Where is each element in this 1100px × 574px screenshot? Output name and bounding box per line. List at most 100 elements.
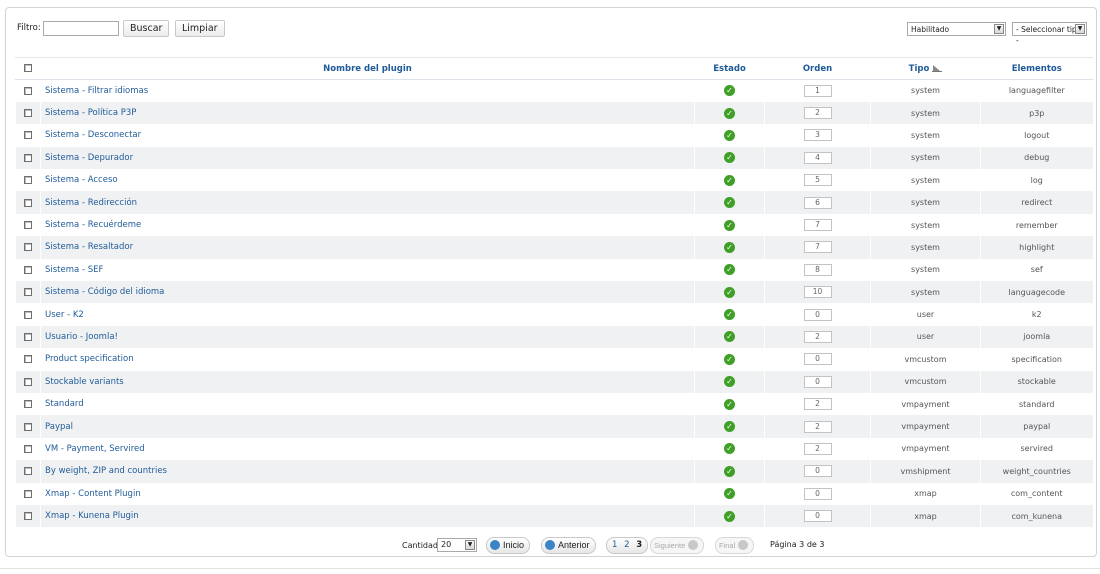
select-all-checkbox[interactable] <box>24 64 32 72</box>
plugin-name-link[interactable]: Sistema - Desconectar <box>40 124 695 147</box>
table-row: Sistema - Política P3P ✓ 2 system p3p <box>15 101 1093 125</box>
row-checkbox[interactable] <box>24 377 32 386</box>
row-checkbox[interactable] <box>24 422 32 431</box>
checkmark-circle-icon[interactable]: ✓ <box>724 465 735 477</box>
checkmark-circle-icon[interactable]: ✓ <box>724 309 735 321</box>
row-checkbox[interactable] <box>24 131 32 140</box>
row-checkbox[interactable] <box>24 109 32 118</box>
row-checkbox[interactable] <box>24 176 32 185</box>
plugin-name-link[interactable]: Sistema - Acceso <box>40 169 695 192</box>
end-page-button[interactable]: Final <box>715 537 755 554</box>
checkmark-circle-icon[interactable]: ✓ <box>724 488 735 500</box>
checkmark-circle-icon[interactable]: ✓ <box>724 174 735 186</box>
row-checkbox[interactable] <box>24 265 32 274</box>
order-input[interactable]: 4 <box>803 151 832 164</box>
row-checkbox[interactable] <box>24 288 32 297</box>
type-select[interactable]: - Seleccionar tipo - ▼ <box>1012 22 1087 45</box>
row-checkbox[interactable] <box>24 467 32 476</box>
order-input[interactable]: 6 <box>803 196 832 209</box>
order-input[interactable]: 5 <box>803 174 832 187</box>
column-header-type[interactable]: Tipo <box>870 57 981 80</box>
next-page-button[interactable]: Siguiente <box>650 537 705 554</box>
plugin-name-link[interactable]: User - K2 <box>40 303 695 326</box>
search-button[interactable]: Buscar <box>123 20 170 37</box>
order-input[interactable]: 2 <box>803 107 832 120</box>
order-input[interactable]: 0 <box>803 510 832 523</box>
row-checkbox[interactable] <box>24 355 32 364</box>
checkmark-circle-icon[interactable]: ✓ <box>724 376 735 388</box>
row-checkbox[interactable] <box>24 444 32 453</box>
plugin-name-link[interactable]: Paypal <box>40 415 695 438</box>
column-header-order[interactable]: Orden <box>764 57 871 80</box>
order-input[interactable]: 2 <box>803 420 832 433</box>
row-checkbox[interactable] <box>24 400 32 409</box>
previous-page-button[interactable]: Anterior <box>541 537 596 554</box>
checkmark-circle-icon[interactable]: ✓ <box>724 107 735 119</box>
status-cell: ✓ <box>694 169 765 192</box>
row-checkbox[interactable] <box>24 310 32 319</box>
row-checkbox[interactable] <box>24 489 32 498</box>
order-input[interactable]: 0 <box>803 375 832 388</box>
filter-input[interactable] <box>43 21 119 36</box>
checkmark-circle-icon[interactable]: ✓ <box>724 353 735 365</box>
plugin-name-link[interactable]: Sistema - Redirección <box>40 191 695 214</box>
order-input[interactable]: 1 <box>803 84 832 97</box>
checkmark-circle-icon[interactable]: ✓ <box>724 129 735 141</box>
checkmark-circle-icon[interactable]: ✓ <box>724 152 735 164</box>
order-input[interactable]: 2 <box>803 330 832 343</box>
order-input[interactable]: 7 <box>803 241 832 254</box>
plugin-name-link[interactable]: Stockable variants <box>40 370 695 393</box>
state-select[interactable]: Habilitado ▼ <box>907 22 1006 36</box>
checkmark-circle-icon[interactable]: ✓ <box>724 286 735 298</box>
order-input[interactable]: 3 <box>803 129 832 142</box>
checkmark-circle-icon[interactable]: ✓ <box>724 421 735 433</box>
plugin-name-link[interactable]: Sistema - SEF <box>40 258 695 282</box>
checkmark-circle-icon[interactable]: ✓ <box>724 510 735 522</box>
row-checkbox[interactable] <box>24 86 32 95</box>
order-input[interactable]: 0 <box>803 308 832 321</box>
page-link-1[interactable]: 1 <box>612 540 617 550</box>
checkmark-circle-icon[interactable]: ✓ <box>724 398 735 410</box>
plugin-name-link[interactable]: Product specification <box>40 348 695 371</box>
plugin-name-link[interactable]: Standard <box>40 392 695 416</box>
column-header-name[interactable]: Nombre del plugin <box>40 57 695 80</box>
row-checkbox[interactable] <box>24 243 32 252</box>
order-input[interactable]: 0 <box>803 487 832 500</box>
plugin-name-link[interactable]: Sistema - Filtrar idiomas <box>40 79 695 102</box>
plugin-name-link[interactable]: Sistema - Recuérdeme <box>40 213 695 237</box>
row-checkbox[interactable] <box>24 198 32 207</box>
row-checkbox[interactable] <box>24 153 32 162</box>
limit-select[interactable]: 20 ▼ <box>437 538 477 552</box>
plugin-name-link[interactable]: Sistema - Código del idioma <box>40 281 695 304</box>
checkmark-circle-icon[interactable]: ✓ <box>724 197 735 209</box>
checkmark-circle-icon[interactable]: ✓ <box>724 331 735 343</box>
column-header-elements[interactable]: Elementos <box>980 57 1093 80</box>
order-input[interactable]: 2 <box>803 442 832 455</box>
plugin-name-link[interactable]: Sistema - Política P3P <box>40 101 695 125</box>
page-link-2[interactable]: 2 <box>624 540 629 550</box>
order-input[interactable]: 10 <box>803 286 832 299</box>
checkmark-circle-icon[interactable]: ✓ <box>724 85 735 97</box>
row-checkbox[interactable] <box>24 512 32 521</box>
plugin-name-link[interactable]: Usuario - Joomla! <box>40 325 695 349</box>
clear-button[interactable]: Limpiar <box>175 20 225 37</box>
plugin-name-link[interactable]: Xmap - Kunena Plugin <box>40 504 695 528</box>
plugin-name-link[interactable]: Sistema - Resaltador <box>40 236 695 259</box>
checkmark-circle-icon[interactable]: ✓ <box>724 264 735 276</box>
plugin-name-link[interactable]: By weight, ZIP and countries <box>40 460 695 483</box>
checkmark-circle-icon[interactable]: ✓ <box>724 219 735 231</box>
order-input[interactable]: 7 <box>803 219 832 232</box>
order-input[interactable]: 8 <box>803 263 832 276</box>
order-input[interactable]: 0 <box>803 353 832 366</box>
plugin-name-link[interactable]: Sistema - Depurador <box>40 146 695 170</box>
order-input[interactable]: 0 <box>803 465 832 478</box>
order-input[interactable]: 2 <box>803 398 832 411</box>
row-checkbox[interactable] <box>24 221 32 230</box>
checkmark-circle-icon[interactable]: ✓ <box>724 443 735 455</box>
plugin-name-link[interactable]: VM - Payment, Servired <box>40 437 695 461</box>
plugin-name-link[interactable]: Xmap - Content Plugin <box>40 482 695 505</box>
column-header-status[interactable]: Estado <box>694 57 765 80</box>
checkmark-circle-icon[interactable]: ✓ <box>724 241 735 253</box>
row-checkbox[interactable] <box>24 332 32 341</box>
start-page-button[interactable]: Inicio <box>486 537 531 554</box>
